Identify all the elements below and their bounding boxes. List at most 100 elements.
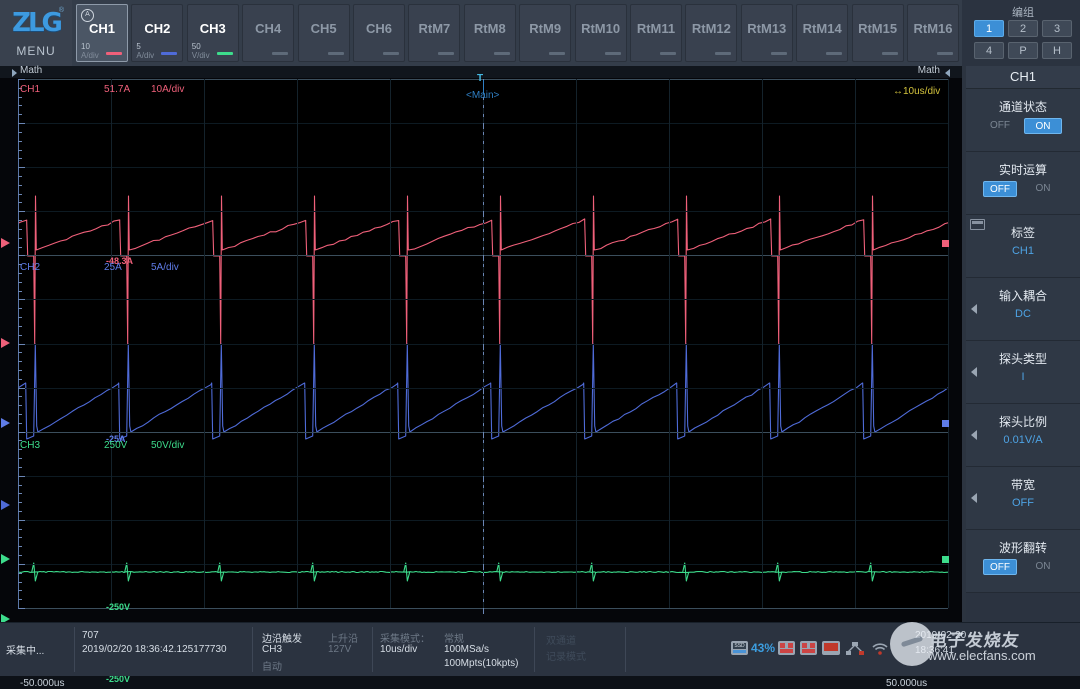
panel-item-value[interactable]: I: [966, 371, 1080, 383]
offset-marker-ch2[interactable]: [942, 420, 949, 427]
grid-line-v: [390, 79, 391, 608]
panel-toggle-off[interactable]: OFF: [983, 181, 1017, 197]
axis-tick: [483, 185, 484, 188]
group-button-3[interactable]: 3: [1042, 20, 1072, 37]
usb-icon-2[interactable]: [800, 641, 817, 655]
trigger-sweep[interactable]: 自动: [262, 658, 282, 673]
display-icon[interactable]: [822, 641, 840, 655]
panel-item-6[interactable]: 探头比例0.01V/A: [966, 404, 1080, 467]
wifi-icon[interactable]: [871, 641, 889, 655]
channel-tab-rtm14[interactable]: RtM14: [796, 4, 848, 62]
trigger-level[interactable]: 127V: [328, 644, 351, 655]
channel-tab-rtm7[interactable]: RtM7: [408, 4, 460, 62]
trigger-level-marker-ch2[interactable]: [1, 500, 10, 510]
channel-tab-ch4[interactable]: CH4: [242, 4, 294, 62]
channel-label-ch3[interactable]: CH3: [20, 440, 40, 451]
channel-scale-ch1[interactable]: 10A/div: [151, 84, 184, 95]
group-button-p[interactable]: P: [1008, 42, 1038, 59]
disk-icon[interactable]: SSD: [731, 641, 748, 655]
axis-tick: [18, 220, 22, 221]
math-right-label[interactable]: Math: [918, 65, 940, 76]
axis-tick: [483, 467, 484, 470]
panel-item-value[interactable]: 0.01V/A: [966, 434, 1080, 446]
channel-tab-ch2[interactable]: CH25A/div: [131, 4, 183, 62]
lan-icon[interactable]: [846, 641, 864, 655]
panel-toggle-on[interactable]: ON: [1024, 118, 1062, 134]
waveform-area[interactable]: Math Math CH151.7A10A/div-48.3ACH225A5A/…: [0, 66, 962, 622]
panel-item-7[interactable]: 带宽OFF: [966, 467, 1080, 530]
axis-tick: [483, 158, 484, 161]
panel-item-8[interactable]: 波形翻转OFFON: [966, 530, 1080, 593]
timebase-value[interactable]: 10us/div: [380, 644, 417, 655]
channel-color-swatch: [161, 52, 177, 55]
channel-tab-rtm8[interactable]: RtM8: [464, 4, 516, 62]
channel-tab-rtm10[interactable]: RtM10: [575, 4, 627, 62]
offset-marker-ch1[interactable]: [942, 240, 949, 247]
panel-item-value[interactable]: OFF: [966, 497, 1080, 509]
menu-button-label[interactable]: MENU: [0, 44, 72, 58]
panel-item-4[interactable]: 输入耦合DC: [966, 278, 1080, 341]
axis-tick: [18, 529, 22, 530]
channel-tab-name: RtM13: [742, 21, 792, 36]
axis-tick: [483, 405, 484, 408]
channel-tab-ch5[interactable]: CH5: [298, 4, 350, 62]
channel-value-ch1: 51.7A: [104, 84, 130, 95]
main-timebase-tag[interactable]: <Main>: [466, 90, 499, 101]
math-left-label[interactable]: Math: [20, 65, 42, 76]
axis-tick: [483, 167, 484, 173]
panel-item-1[interactable]: 通道状态OFFON: [966, 89, 1080, 152]
channel-color-swatch: [217, 52, 233, 55]
channel-scale-ch2[interactable]: 5A/div: [151, 262, 179, 273]
channel-tab-name: RtM8: [465, 21, 515, 36]
timebase-indicator[interactable]: ↔10us/div: [893, 86, 940, 97]
channel-tab-rtm11[interactable]: RtM11: [630, 4, 682, 62]
panel-item-2[interactable]: 实时运算 OFF ON: [966, 152, 1080, 215]
ground-marker-ch2[interactable]: [1, 418, 10, 428]
math-right-arrow-icon[interactable]: [945, 69, 950, 77]
panel-toggle-on[interactable]: ON: [1024, 559, 1062, 575]
usb-icon-1[interactable]: [778, 641, 795, 655]
panel-item-caption: 实时运算: [966, 161, 1080, 178]
panel-toggle-off[interactable]: OFF: [983, 559, 1017, 575]
panel-toggle-off[interactable]: OFF: [983, 118, 1017, 134]
group-button-4[interactable]: 4: [974, 42, 1004, 59]
channel-value-ch2: 25A: [104, 262, 122, 273]
acquire-mode-value[interactable]: 常规: [444, 630, 464, 645]
waveform-grid[interactable]: [18, 79, 948, 608]
panel-item-3[interactable]: 标签CH1: [966, 215, 1080, 278]
channel-tab-rtm13[interactable]: RtM13: [741, 4, 793, 62]
ground-marker-ch1[interactable]: [1, 238, 10, 248]
ground-marker-ch3[interactable]: [1, 554, 10, 564]
trigger-source[interactable]: CH3: [262, 644, 282, 655]
axis-tick: [483, 590, 484, 593]
channel-label-ch1[interactable]: CH1: [20, 84, 40, 95]
math-left-arrow-icon[interactable]: [12, 69, 17, 77]
trigger-slope[interactable]: 上升沿: [328, 630, 358, 645]
channel-tab-ch3[interactable]: CH350V/div: [187, 4, 239, 62]
channel-tab-ch1[interactable]: ACH110A/div: [76, 4, 128, 62]
trigger-level-marker-ch1[interactable]: [1, 338, 10, 348]
axis-tick: [483, 582, 484, 585]
offset-marker-ch3[interactable]: [942, 556, 949, 563]
channel-tab-rtm9[interactable]: RtM9: [519, 4, 571, 62]
channel-scale-ch3[interactable]: 50V/div: [151, 440, 184, 451]
logo-menu-area[interactable]: ZLG ® MENU: [0, 0, 73, 66]
channel-tab-rtm15[interactable]: RtM15: [852, 4, 904, 62]
status-divider: [372, 627, 373, 672]
panel-item-5[interactable]: 探头类型I: [966, 341, 1080, 404]
registered-mark: ®: [59, 7, 64, 14]
axis-tick: [18, 123, 25, 124]
trigger-mode[interactable]: 边沿触发: [262, 630, 302, 645]
channel-color-swatch: [605, 52, 621, 55]
channel-tab-rtm16[interactable]: RtM16: [907, 4, 959, 62]
panel-item-value[interactable]: DC: [966, 308, 1080, 320]
group-button-2[interactable]: 2: [1008, 20, 1038, 37]
channel-tab-rtm12[interactable]: RtM12: [685, 4, 737, 62]
panel-item-value[interactable]: CH1: [966, 245, 1080, 257]
group-button-1[interactable]: 1: [974, 20, 1004, 37]
group-button-h[interactable]: H: [1042, 42, 1072, 59]
zlg-logo: ZLG ®: [8, 6, 64, 40]
channel-tab-ch6[interactable]: CH6: [353, 4, 405, 62]
channel-label-ch2[interactable]: CH2: [20, 262, 40, 273]
panel-toggle-on[interactable]: ON: [1024, 181, 1062, 197]
